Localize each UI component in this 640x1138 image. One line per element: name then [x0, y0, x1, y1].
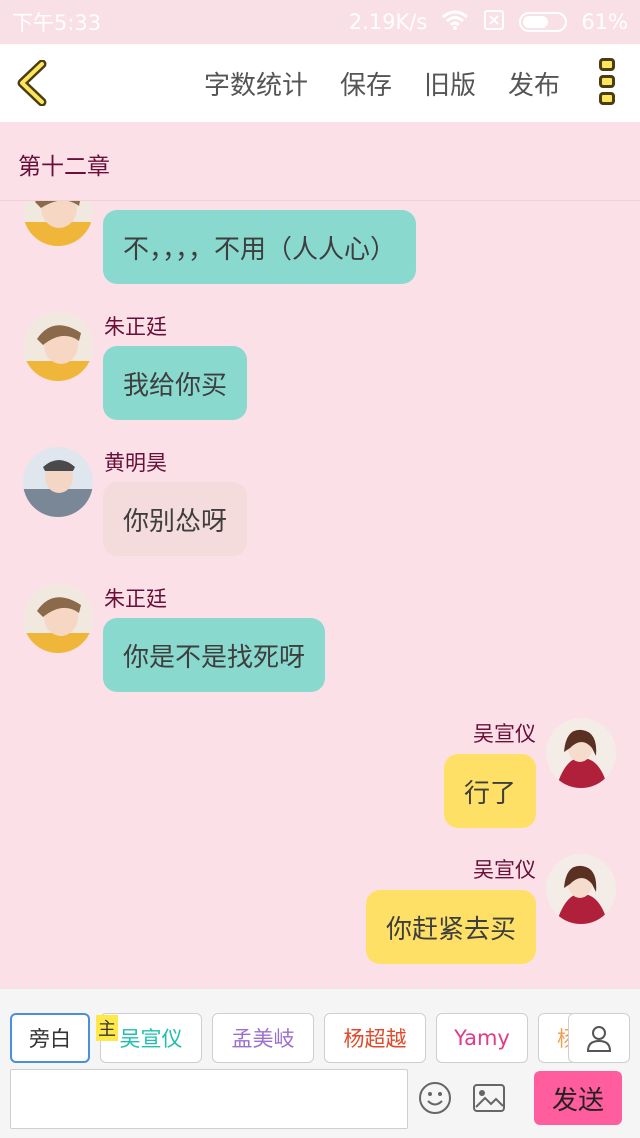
chat-area[interactable]: 不，，，，不用（人人心） 朱正廷 我给你买 黄明昊 你别怂呀 朱正廷 你是不是找…	[0, 201, 640, 988]
composer-panel: 旁白 吴宣仪 主 孟美岐 杨超越 Yamy 杨 发送	[0, 988, 640, 1138]
role-chip[interactable]: 杨超越	[324, 1013, 426, 1063]
avatar-wu[interactable]	[546, 718, 616, 788]
save-button[interactable]: 保存	[340, 65, 392, 102]
status-bar: 下午5:33 2.19K/s 61%	[0, 0, 640, 44]
add-role-button[interactable]	[568, 1013, 630, 1063]
avatar-zhu[interactable]	[23, 311, 93, 381]
message-bubble[interactable]: 不，，，，不用（人人心）	[103, 210, 417, 284]
host-badge: 主	[96, 1015, 118, 1041]
image-icon	[473, 1084, 505, 1112]
speaker-name: 吴宣仪	[473, 858, 536, 882]
role-chip[interactable]: Yamy	[436, 1013, 528, 1063]
image-button[interactable]	[472, 1083, 506, 1113]
message-bubble[interactable]: 我给你买	[103, 346, 248, 420]
speaker-name: 朱正廷	[104, 587, 167, 611]
no-sim-icon	[483, 9, 505, 36]
message-bubble[interactable]: 行了	[443, 754, 536, 828]
send-button[interactable]: 发送	[534, 1071, 622, 1125]
old-version-button[interactable]: 旧版	[424, 65, 476, 102]
chevron-left-icon	[17, 59, 47, 107]
emoji-button[interactable]	[418, 1081, 452, 1115]
network-speed: 2.19K/s	[348, 10, 428, 34]
smiley-icon	[419, 1082, 451, 1114]
speaker-name: 朱正廷	[104, 315, 167, 339]
editor-toolbar: 字数统计 保存 旧版 发布	[0, 44, 640, 122]
message-input[interactable]	[10, 1069, 408, 1129]
speaker-name: 黄明昊	[104, 451, 167, 475]
more-menu-button[interactable]	[596, 58, 618, 110]
role-chip-narration[interactable]: 旁白	[10, 1013, 90, 1063]
wifi-icon	[441, 9, 469, 36]
publish-button[interactable]: 发布	[508, 65, 560, 102]
battery-icon	[519, 12, 568, 32]
chip-label: Yamy	[454, 1026, 510, 1050]
message-bubble[interactable]: 你别怂呀	[103, 482, 248, 556]
chip-label: 孟美岐	[231, 1027, 295, 1051]
avatar-zhu[interactable]	[23, 583, 93, 653]
word-count-button[interactable]: 字数统计	[204, 65, 308, 102]
message-bubble[interactable]: 你赶紧去买	[365, 890, 536, 964]
role-chip[interactable]: 孟美岐	[212, 1013, 314, 1063]
speaker-name: 吴宣仪	[473, 722, 536, 746]
avatar-zhu[interactable]	[23, 201, 93, 246]
user-icon	[586, 1026, 612, 1052]
chip-label: 吴宣仪	[119, 1027, 183, 1051]
more-dots-icon	[596, 58, 618, 105]
avatar-wu[interactable]	[546, 854, 616, 924]
back-button[interactable]	[14, 59, 54, 107]
toolbar-actions: 字数统计 保存 旧版 发布	[204, 44, 560, 122]
chapter-title[interactable]: 第十二章	[18, 147, 110, 181]
chip-label: 旁白	[29, 1027, 71, 1051]
avatar-huang[interactable]	[23, 447, 93, 517]
message-bubble[interactable]: 你是不是找死呀	[103, 618, 326, 692]
status-time: 下午5:33	[12, 11, 102, 35]
battery-percent: 61%	[581, 10, 628, 34]
chip-label: 杨超越	[343, 1027, 407, 1051]
